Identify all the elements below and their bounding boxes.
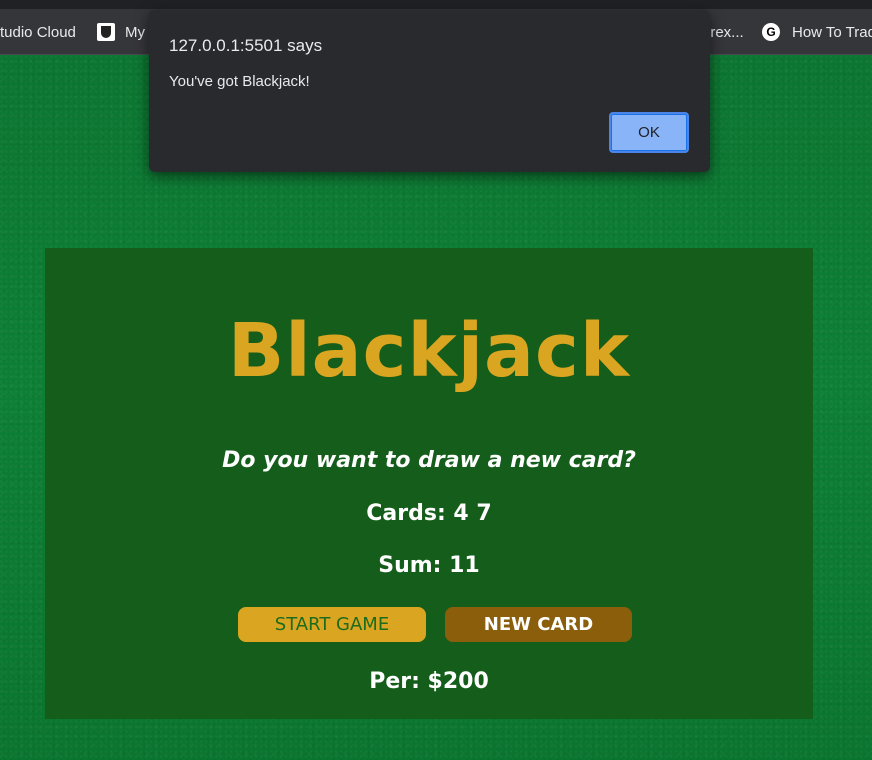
game-message: Do you want to draw a new card? — [222, 448, 636, 473]
bookmark-label: How To Trad — [792, 23, 872, 41]
ok-button[interactable]: OK — [609, 112, 689, 153]
bookmark-label: My — [125, 23, 145, 41]
bookmark-label: tudio Cloud — [0, 23, 76, 41]
tab-strip-edge — [0, 0, 872, 9]
start-game-button[interactable]: START GAME — [238, 607, 426, 642]
cards-display: Cards: 4 7 — [366, 501, 492, 526]
bookmark-how-to-trade[interactable]: G How To Trad — [762, 20, 872, 44]
alert-dialog: 127.0.0.1:5501 says You've got Blackjack… — [149, 10, 710, 172]
bookmark-studio-cloud[interactable]: tudio Cloud — [0, 20, 76, 44]
sum-display: Sum: 11 — [378, 553, 480, 578]
bookmark-my[interactable]: My — [97, 20, 145, 44]
new-card-button[interactable]: NEW CARD — [445, 607, 632, 642]
page-title: Blackjack — [227, 308, 631, 394]
g-icon: G — [762, 23, 780, 41]
alert-title: 127.0.0.1:5501 says — [169, 36, 323, 55]
player-info: Per: $200 — [369, 669, 489, 694]
shield-icon — [97, 23, 115, 41]
game-panel: Blackjack Do you want to draw a new card… — [45, 248, 813, 719]
alert-message: You've got Blackjack! — [169, 73, 310, 90]
